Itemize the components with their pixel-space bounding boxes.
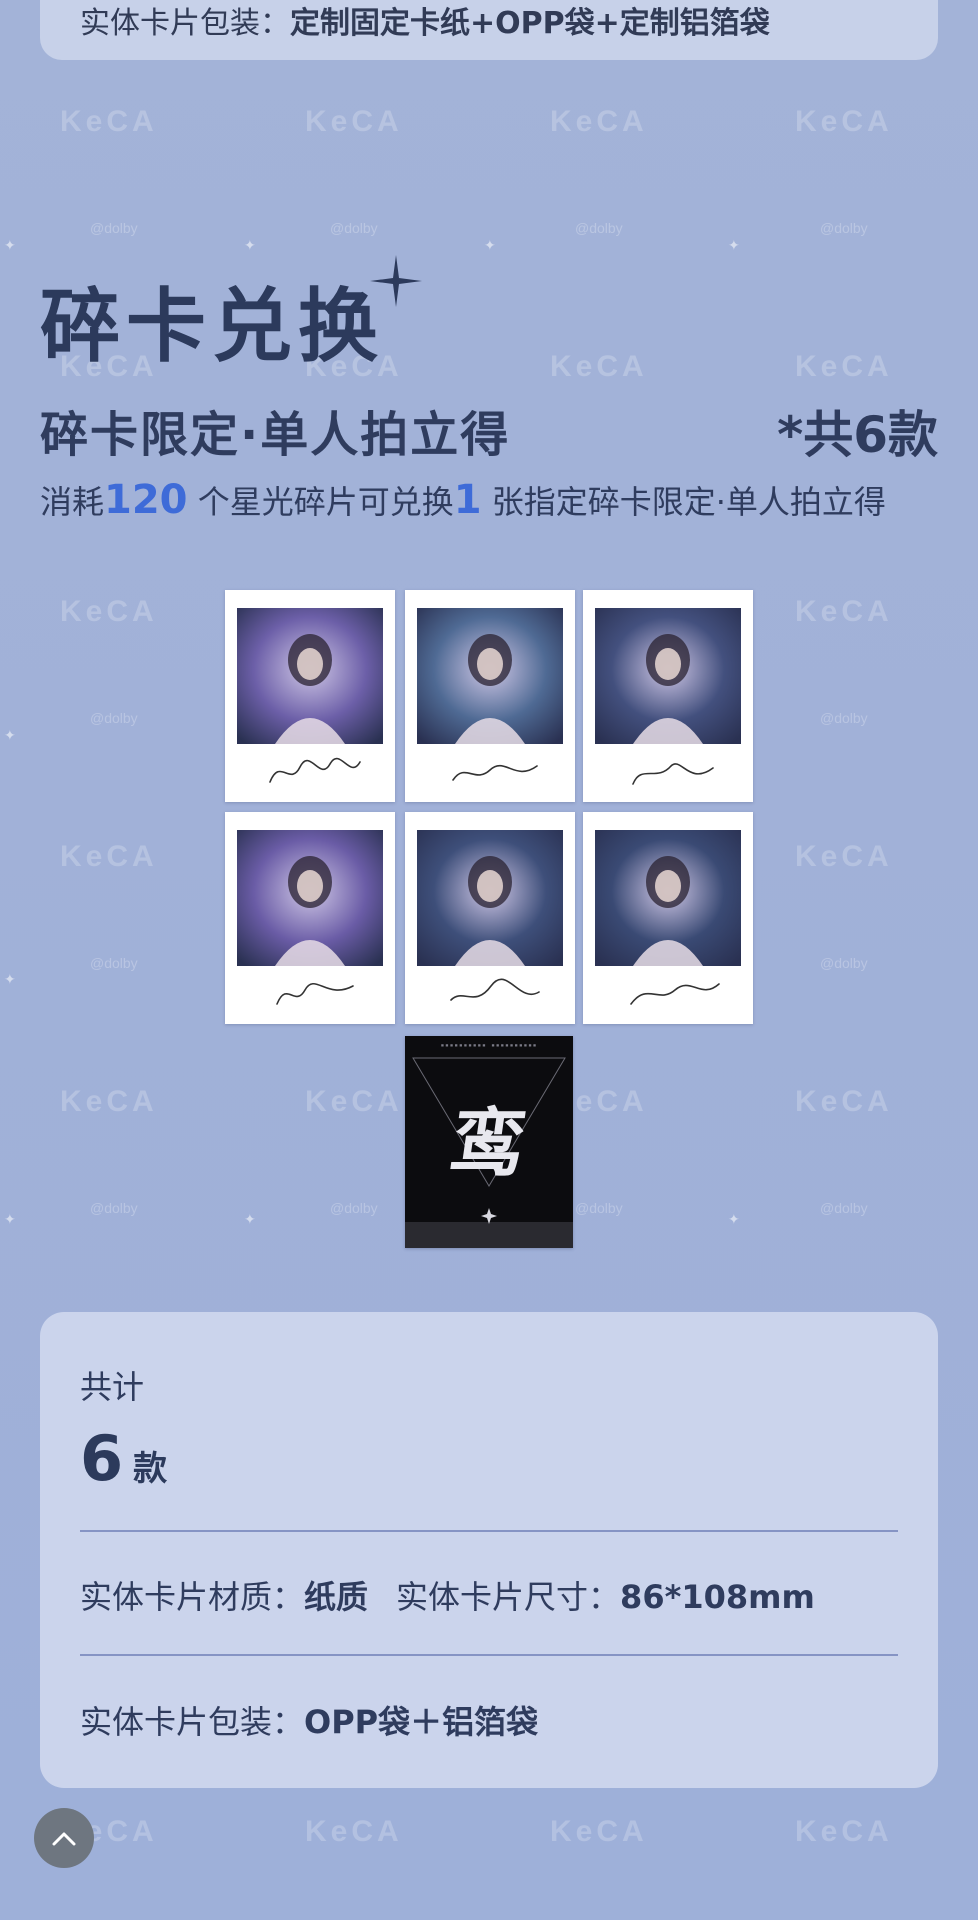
packaging-label: 实体卡片包装：: [80, 6, 290, 41]
sparkle-icon: [370, 255, 422, 307]
watermark-handle: @dolby: [575, 220, 623, 236]
watermark: KeCA: [60, 1085, 158, 1118]
material-value: 纸质: [304, 1578, 369, 1616]
sparkle-icon: ✦: [4, 1212, 16, 1228]
desc-prefix: 消耗: [40, 483, 105, 521]
polaroid-card: [583, 590, 753, 802]
sparkle-icon: ✦: [484, 238, 496, 254]
watermark: KeCA: [795, 1085, 893, 1118]
polaroid-photo: [595, 830, 741, 966]
polaroid-card: [225, 812, 395, 1024]
watermark-handle: @dolby: [330, 1200, 378, 1216]
polaroid-card: [405, 812, 575, 1024]
packaging-label: 实体卡片包装：: [80, 1703, 305, 1741]
polaroid-photo: [417, 830, 563, 966]
sparkle-icon: ✦: [244, 1212, 256, 1228]
card-back: ▪▪▪▪▪▪▪▪▪▪ ▪▪▪▪▪▪▪▪▪▪ 鸾: [405, 1036, 573, 1248]
material-size-row: 实体卡片材质：纸质 实体卡片尺寸：86*108mm: [80, 1572, 815, 1618]
sparkle-icon: ✦: [728, 1212, 740, 1228]
watermark: KeCA: [60, 840, 158, 873]
polaroid-card: [583, 812, 753, 1024]
watermark: KeCA: [550, 1815, 648, 1848]
sparkle-icon: ✦: [4, 238, 16, 254]
watermark: KeCA: [305, 105, 403, 138]
chevron-up-icon: [52, 1832, 76, 1846]
packaging-card-previous: 实体卡片包装：定制固定卡纸+OPP袋+定制铝箔袋: [40, 0, 938, 60]
divider: [80, 1654, 898, 1656]
watermark: KeCA: [795, 350, 893, 383]
watermark: KeCA: [60, 105, 158, 138]
exchange-description: 消耗120 个星光碎片可兑换1 张指定碎卡限定·单人拍立得: [40, 472, 900, 530]
section-title: 碎卡兑换: [40, 279, 384, 373]
total-label: 共计: [80, 1368, 145, 1406]
polaroid-photo: [417, 608, 563, 744]
packaging-row: 实体卡片包装：OPP袋＋铝箔袋: [80, 1697, 538, 1743]
watermark-handle: @dolby: [90, 955, 138, 971]
watermark-handle: @dolby: [90, 220, 138, 236]
desc-mid: 个星光碎片可兑换: [197, 483, 454, 521]
signature: [269, 757, 361, 783]
polaroid-photo: [237, 830, 383, 966]
sparkle-icon: ✦: [728, 238, 740, 254]
watermark-handle: @dolby: [330, 220, 378, 236]
packaging-value: OPP袋＋铝箔袋: [304, 1703, 539, 1741]
exchange-quantity: 1: [453, 477, 482, 523]
material-label: 实体卡片材质：: [80, 1578, 305, 1616]
total-count-value: 6: [80, 1422, 124, 1495]
polaroid-photo: [595, 608, 741, 744]
size-value: 86*108mm: [620, 1578, 815, 1616]
packaging-text: 实体卡片包装：定制固定卡纸+OPP袋+定制铝箔袋: [80, 0, 770, 42]
calligraphy-logo: 鸾: [445, 1101, 532, 1187]
watermark-handle: @dolby: [820, 710, 868, 726]
signature: [452, 764, 538, 781]
watermark-handle: @dolby: [820, 1200, 868, 1216]
sparkle-icon: ✦: [4, 972, 16, 988]
shard-cost: 120: [104, 477, 188, 523]
polaroid-photo: [237, 608, 383, 744]
signature: [276, 983, 354, 1005]
packaging-value: 定制固定卡纸+OPP袋+定制铝箔袋: [290, 6, 770, 41]
desc-suffix: 张指定碎卡限定·单人拍立得: [491, 483, 886, 521]
divider: [80, 1530, 898, 1532]
watermark-handle: @dolby: [90, 1200, 138, 1216]
polaroid-card: [225, 590, 395, 802]
signature: [450, 978, 540, 1001]
watermark-handle: @dolby: [820, 220, 868, 236]
watermark: KeCA: [795, 840, 893, 873]
section-subtitle: 碎卡限定·单人拍立得: [40, 407, 511, 463]
sparkle-icon: ✦: [4, 728, 16, 744]
watermark: KeCA: [60, 595, 158, 628]
polaroid-card: [405, 590, 575, 802]
watermark: KeCA: [550, 105, 648, 138]
watermark-handle: @dolby: [575, 1200, 623, 1216]
signature: [632, 763, 714, 785]
variant-count-note: *共6款: [777, 406, 938, 464]
watermark: KeCA: [795, 595, 893, 628]
watermark: KeCA: [305, 1815, 403, 1848]
watermark-handle: @dolby: [820, 955, 868, 971]
size-label: 实体卡片尺寸：: [396, 1578, 621, 1616]
summary-card: 共计 6款 实体卡片材质：纸质 实体卡片尺寸：86*108mm 实体卡片包装：OP…: [40, 1312, 938, 1788]
total-count: 6款: [80, 1422, 167, 1495]
signature: [630, 983, 720, 1005]
watermark-handle: @dolby: [90, 710, 138, 726]
watermark: KeCA: [550, 350, 648, 383]
watermark: KeCA: [305, 1085, 403, 1118]
watermark: KeCA: [795, 1815, 893, 1848]
sparkle-icon: ✦: [244, 238, 256, 254]
watermark: KeCA: [795, 105, 893, 138]
scroll-to-top-button[interactable]: [34, 1808, 94, 1868]
total-count-unit: 款: [133, 1449, 168, 1489]
